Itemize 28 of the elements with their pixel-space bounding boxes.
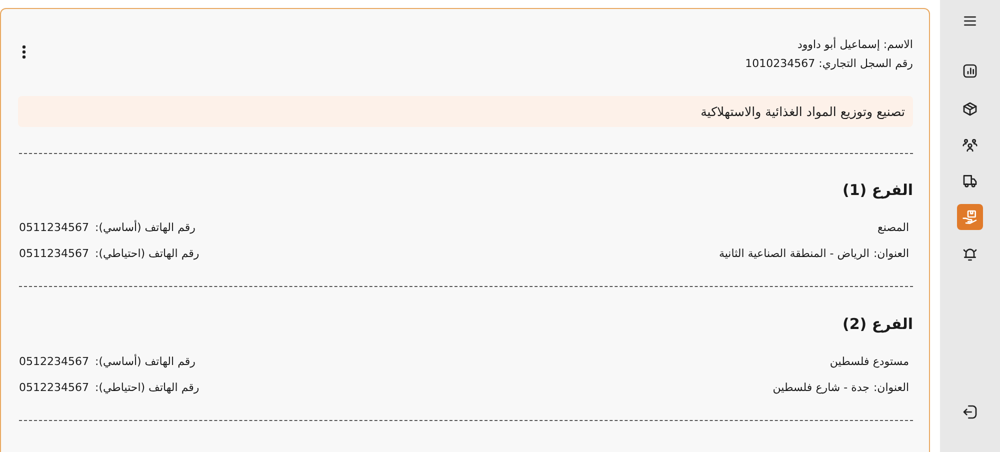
hand-package-nav-button[interactable] [957, 204, 983, 230]
branch-title: الفرع (2) [841, 315, 913, 333]
phone-label: رقم الهاتف (احتياطي): [95, 380, 200, 394]
phone-number: 0511234567 [19, 246, 89, 260]
address-label: العنوان: [873, 380, 909, 394]
address-label: العنوان: [873, 246, 909, 260]
box-icon [962, 101, 978, 117]
branch-name: مستودع فلسطين [830, 354, 909, 368]
phone-number: 0512234567 [19, 354, 89, 368]
business-activity: تصنيع وتوزيع المواد الغذائية والاستهلاكية [18, 96, 913, 127]
bar-chart-icon [962, 63, 978, 79]
phone-label: رقم الهاتف (احتياطي): [95, 246, 200, 260]
phone-number: 0512234567 [19, 380, 89, 394]
hand-package-icon [962, 209, 978, 225]
owner-name: الاسم: إسماعيل أبو داوود [796, 38, 913, 51]
phone-label: رقم الهاتف (أساسي): [95, 220, 196, 234]
branch-title: الفرع (1) [841, 181, 913, 199]
users-icon [962, 137, 978, 153]
alarm-bell-icon [962, 246, 978, 262]
address-value: جدة - شارع فلسطين [772, 380, 870, 394]
phone-number: 0511234567 [19, 220, 89, 234]
address-value: الرياض - المنطقة الصناعية الثانية [718, 246, 870, 260]
commercial-register: رقم السجل التجاري: 1010234567 [745, 57, 913, 70]
branch-name: المصنع [878, 220, 909, 234]
truck-icon [962, 173, 978, 189]
logout-icon [962, 404, 978, 420]
phone-label: رقم الهاتف (أساسي): [95, 354, 196, 368]
more-options-icon[interactable] [22, 45, 26, 59]
